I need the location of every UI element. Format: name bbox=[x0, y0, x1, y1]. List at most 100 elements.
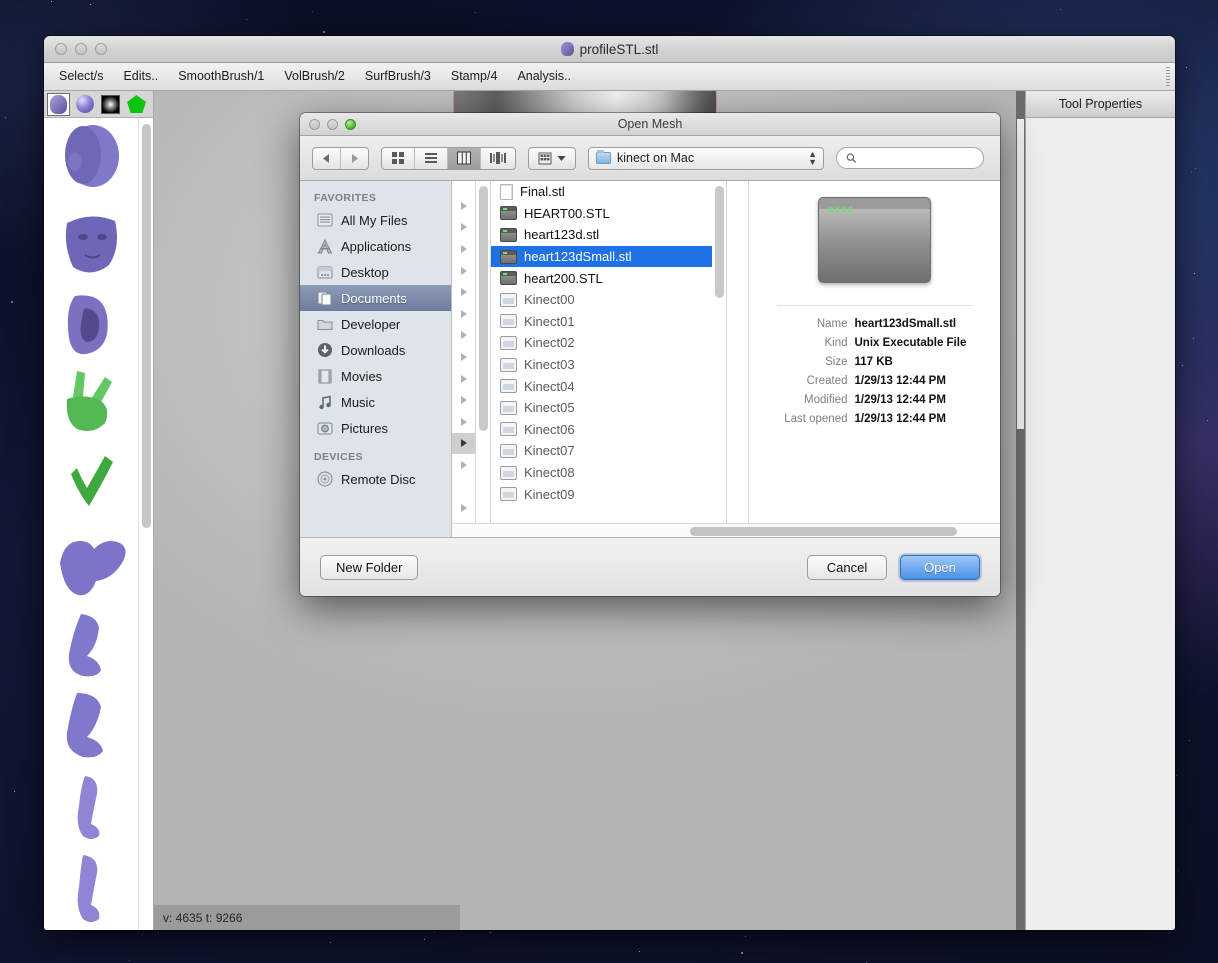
list-item[interactable]: heart123d.stl bbox=[491, 224, 712, 246]
disclosure-arrow[interactable] bbox=[452, 238, 475, 260]
action-menu-button[interactable] bbox=[528, 146, 576, 170]
column-1-scrollbar-thumb[interactable] bbox=[479, 186, 488, 431]
zoom-button[interactable] bbox=[95, 43, 107, 55]
sidebar-item-movies[interactable]: Movies bbox=[300, 363, 451, 389]
disclosure-arrow[interactable] bbox=[452, 454, 475, 476]
close-button[interactable] bbox=[55, 43, 67, 55]
disclosure-arrow[interactable] bbox=[452, 325, 475, 347]
list-item[interactable]: Kinect00 bbox=[491, 289, 712, 311]
list-item[interactable] bbox=[44, 685, 138, 766]
menu-item-analysis[interactable]: Analysis.. bbox=[508, 66, 580, 87]
open-button[interactable]: Open bbox=[900, 554, 980, 580]
window-traffic-lights[interactable] bbox=[55, 43, 107, 55]
list-item[interactable]: Kinect08 bbox=[491, 462, 712, 484]
list-item[interactable] bbox=[44, 361, 138, 442]
list-item[interactable]: Kinect03 bbox=[491, 354, 712, 376]
navigation-buttons[interactable] bbox=[312, 146, 369, 170]
list-item[interactable]: Kinect01 bbox=[491, 311, 712, 333]
sidebar-item-applications[interactable]: Applications bbox=[300, 233, 451, 259]
list-item[interactable]: HEART00.STL bbox=[491, 203, 712, 225]
palette-thumbnail-list[interactable] bbox=[44, 118, 153, 930]
column-2-scrollbar[interactable] bbox=[712, 181, 727, 523]
disclosure-arrow[interactable] bbox=[452, 346, 475, 368]
list-item[interactable] bbox=[44, 280, 138, 361]
palette-scrollbar-thumb[interactable] bbox=[142, 124, 151, 528]
list-item[interactable]: Kinect05 bbox=[491, 397, 712, 419]
palette-tab-mesh[interactable] bbox=[47, 92, 70, 116]
disclosure-arrow[interactable] bbox=[452, 497, 475, 519]
column-1-scrollbar[interactable] bbox=[476, 181, 491, 523]
list-item[interactable]: Final.stl bbox=[491, 181, 712, 203]
disclosure-arrow[interactable] bbox=[452, 303, 475, 325]
sidebar-item-remote-disc[interactable]: Remote Disc bbox=[300, 466, 451, 492]
menu-item-smoothbrush[interactable]: SmoothBrush/1 bbox=[169, 66, 273, 87]
view-mode-switcher[interactable] bbox=[381, 146, 516, 170]
list-item[interactable]: Kinect07 bbox=[491, 440, 712, 462]
disclosure-arrow[interactable] bbox=[452, 389, 475, 411]
disclosure-arrow[interactable] bbox=[452, 260, 475, 282]
minimize-button[interactable] bbox=[75, 43, 87, 55]
sidebar-item-developer[interactable]: Developer bbox=[300, 311, 451, 337]
menu-item-edits[interactable]: Edits.. bbox=[114, 66, 167, 87]
list-item[interactable] bbox=[44, 442, 138, 523]
metadata-value: 1/29/13 12:44 PM bbox=[854, 394, 946, 406]
list-item[interactable] bbox=[44, 118, 138, 199]
column-1-disclosure-arrows[interactable] bbox=[452, 181, 476, 523]
list-item[interactable]: Kinect02 bbox=[491, 332, 712, 354]
list-item[interactable] bbox=[44, 604, 138, 685]
column-2-scrollbar-thumb[interactable] bbox=[715, 186, 724, 298]
gear-menu[interactable] bbox=[529, 148, 575, 169]
new-folder-button[interactable]: New Folder bbox=[320, 554, 419, 580]
sidebar-item-downloads[interactable]: Downloads bbox=[300, 337, 451, 363]
disclosure-arrow[interactable] bbox=[452, 368, 475, 390]
list-item[interactable] bbox=[44, 847, 138, 928]
disclosure-arrow[interactable] bbox=[452, 195, 475, 217]
disclosure-arrow[interactable] bbox=[452, 411, 475, 433]
sidebar-item-desktop[interactable]: Desktop bbox=[300, 259, 451, 285]
sidebar-item-label: Downloads bbox=[341, 342, 406, 358]
viewport-scrollbar-thumb[interactable] bbox=[1017, 119, 1024, 429]
sidebar-item-documents[interactable]: Documents bbox=[300, 285, 451, 311]
list-item[interactable]: Kinect09 bbox=[491, 483, 712, 505]
list-item[interactable] bbox=[44, 766, 138, 847]
palette-tab-sphere[interactable] bbox=[73, 93, 96, 116]
sidebar-item-all-my-files[interactable]: All My Files bbox=[300, 207, 451, 233]
back-button[interactable] bbox=[313, 147, 341, 169]
list-item[interactable]: Kinect06 bbox=[491, 419, 712, 441]
all-my-files-icon bbox=[316, 213, 333, 228]
disclosure-arrow-active[interactable] bbox=[452, 432, 475, 455]
cancel-button[interactable]: Cancel bbox=[807, 554, 887, 580]
palette-tab-alpha[interactable] bbox=[99, 93, 122, 116]
viewport-scrollbar[interactable] bbox=[1016, 91, 1025, 930]
search-field[interactable] bbox=[836, 147, 984, 169]
column-view-button[interactable] bbox=[448, 147, 481, 169]
forward-button[interactable] bbox=[341, 148, 368, 169]
palette-tab-polygon[interactable] bbox=[125, 93, 148, 116]
icon-view-button[interactable] bbox=[382, 147, 415, 169]
palette-scrollbar[interactable] bbox=[138, 118, 153, 930]
search-input[interactable] bbox=[861, 151, 974, 165]
coverflow-view-button[interactable] bbox=[481, 148, 515, 169]
list-item[interactable]: Kinect04 bbox=[491, 375, 712, 397]
horizontal-scrollbar[interactable] bbox=[452, 523, 1000, 537]
menu-item-select[interactable]: Select/s bbox=[50, 66, 112, 87]
column-2-disclosure-arrows[interactable] bbox=[727, 181, 749, 523]
sidebar-item-pictures[interactable]: Pictures bbox=[300, 415, 451, 441]
path-popup-button[interactable]: kinect on Mac ▲ ▼ bbox=[588, 146, 824, 170]
menu-item-stamp[interactable]: Stamp/4 bbox=[442, 66, 507, 87]
metadata-key: Modified bbox=[804, 394, 848, 406]
menu-item-surfbrush[interactable]: SurfBrush/3 bbox=[356, 66, 440, 87]
disclosure-arrow[interactable] bbox=[452, 217, 475, 239]
file-list[interactable]: Final.stl HEART00.STL heart123d.stl hear… bbox=[491, 181, 712, 523]
list-item[interactable] bbox=[44, 523, 138, 604]
list-view-button[interactable] bbox=[415, 147, 448, 169]
horizontal-scrollbar-thumb[interactable] bbox=[690, 527, 957, 536]
sidebar-item-music[interactable]: Music bbox=[300, 389, 451, 415]
tool-properties-body[interactable] bbox=[1026, 118, 1175, 930]
disclosure-arrow[interactable] bbox=[452, 281, 475, 303]
menu-item-volbrush[interactable]: VolBrush/2 bbox=[275, 66, 353, 87]
list-item[interactable]: heart200.STL bbox=[491, 267, 712, 289]
list-item-selected[interactable]: heart123dSmall.stl bbox=[491, 245, 712, 268]
list-item[interactable] bbox=[44, 199, 138, 280]
disclosure-arrow[interactable] bbox=[452, 476, 475, 498]
